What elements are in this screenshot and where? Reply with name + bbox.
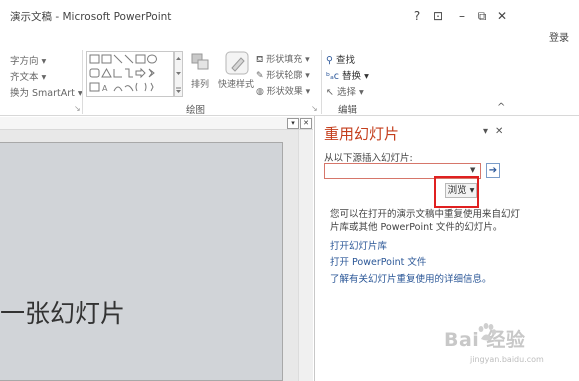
editing-group-label: 编辑 (338, 105, 358, 116)
close-icon[interactable]: ✕ (494, 9, 510, 23)
slide-area-header (0, 117, 313, 130)
convert-to-smartart-button[interactable]: 换为 SmartArt ▾ (10, 85, 83, 99)
slide-thumbnail[interactable] (0, 142, 283, 381)
powerpoint-window: 演示文稿 - Microsoft PowerPoint ? ⊡ – ⧉ ✕ 登录… (0, 0, 579, 381)
chevron-down-icon[interactable]: ▼ (470, 166, 475, 174)
svg-text:A: A (102, 84, 108, 93)
pane-dropdown-icon[interactable]: ▾ (287, 118, 299, 129)
pane-title: 重用幻灯片 (324, 125, 400, 143)
arrange-button[interactable]: 排列 (191, 77, 209, 90)
shape-effects-button[interactable]: ◍ 形状效果 ▾ (256, 84, 310, 97)
sign-in-link[interactable]: 登录 (549, 29, 569, 44)
insert-source-label: 从以下源插入幻灯片: (324, 153, 413, 164)
shape-fill-button[interactable]: ⛾ 形状填充 ▾ (256, 52, 310, 66)
watermark-url: jingyan.baidu.com (470, 355, 544, 364)
shapes-gallery-icons: A (89, 54, 157, 93)
ribbon-display-options-icon[interactable]: ⊡ (430, 9, 446, 23)
vertical-scrollbar[interactable] (298, 130, 313, 381)
shapes-gallery[interactable]: A (86, 51, 174, 97)
drawing-dialog-launcher-icon[interactable]: ↘ (311, 104, 318, 113)
paragraph-dialog-launcher-icon[interactable]: ↘ (74, 104, 81, 113)
arrow-right-icon[interactable]: ➔ (486, 163, 500, 178)
arrange-icon (190, 52, 212, 76)
effects-icon: ◍ (256, 87, 267, 97)
replace-button[interactable]: ᵇₐc 替换 ▾ (326, 68, 369, 82)
pane-description: 您可以在打开的演示文稿中重复使用来自幻灯片库或其他 PowerPoint 文件的… (330, 209, 521, 233)
shapes-gallery-scroll[interactable] (174, 51, 183, 97)
gallery-scroll-arrows-icon (176, 57, 181, 93)
browse-button[interactable]: 浏览 ▾ (445, 183, 477, 198)
slide-title-text[interactable]: 一张幻灯片 (0, 294, 125, 330)
window-title: 演示文稿 - Microsoft PowerPoint (10, 11, 172, 23)
ribbon-separator (82, 50, 83, 114)
minimize-icon[interactable]: – (454, 9, 470, 23)
binoculars-icon: ⚲ (326, 55, 336, 66)
text-direction-button[interactable]: 字方向 ▾ (10, 53, 46, 67)
paint-bucket-icon: ⛾ (256, 55, 267, 65)
align-text-button[interactable]: 齐文本 ▾ (10, 69, 46, 83)
quick-styles-icon (223, 50, 251, 80)
learn-more-link[interactable]: 了解有关幻灯片重复使用的详细信息。 (330, 271, 492, 285)
pen-icon: ✎ (256, 71, 267, 81)
ribbon-separator (321, 50, 322, 114)
help-icon[interactable]: ? (409, 9, 425, 23)
collapse-ribbon-icon[interactable]: ^ (497, 102, 505, 113)
drawing-group-label: 绘图 (186, 105, 206, 116)
restore-icon[interactable]: ⧉ (474, 9, 490, 24)
open-slide-library-link[interactable]: 打开幻灯片库 (330, 238, 387, 252)
paw-logo-icon (478, 323, 497, 341)
find-button[interactable]: ⚲ 查找 (326, 52, 355, 66)
replace-icon: ᵇₐc (326, 71, 343, 82)
cursor-icon: ↖ (326, 87, 337, 98)
select-button[interactable]: ↖ 选择 ▾ (326, 84, 364, 98)
open-powerpoint-file-link[interactable]: 打开 PowerPoint 文件 (330, 254, 426, 268)
quick-styles-button[interactable]: 快速样式 (218, 77, 254, 90)
pane-close-icon[interactable]: ✕ (495, 126, 503, 137)
pane-options-icon[interactable]: ▾ (483, 126, 488, 137)
shape-outline-button[interactable]: ✎ 形状轮廓 ▾ (256, 68, 310, 81)
pane-close-icon[interactable]: ✕ (300, 118, 312, 129)
